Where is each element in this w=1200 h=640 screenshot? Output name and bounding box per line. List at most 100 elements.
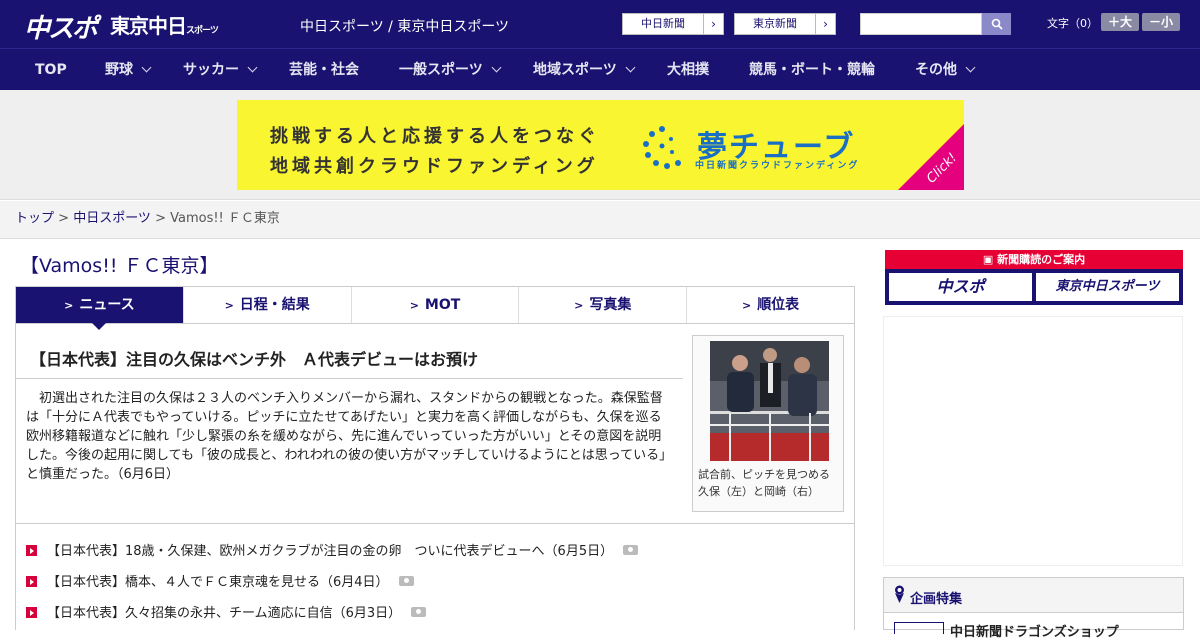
feature-title: 企画特集 xyxy=(910,592,963,607)
camera-icon xyxy=(398,576,414,586)
camera-icon xyxy=(623,545,639,555)
text-size-up-button[interactable]: ＋大 xyxy=(1101,13,1139,31)
chevron-down-icon xyxy=(491,62,502,73)
chevron-down-icon xyxy=(141,62,152,73)
chunichi-shimbun-button[interactable]: 中日新聞 › xyxy=(622,13,724,35)
nav-item-label: 芸能・社会 xyxy=(289,62,359,78)
chevron-down-icon xyxy=(965,62,976,73)
breadcrumb-chuspo-link[interactable]: 中日スポーツ xyxy=(73,211,151,226)
tokyo-shimbun-button[interactable]: 東京新聞 › xyxy=(734,13,836,35)
nav-item-label: 地域スポーツ xyxy=(533,62,617,78)
dots-logo-icon xyxy=(643,126,681,169)
list-item[interactable]: 【日本代表】橋本、４人でＦＣ東京魂を見せる（6月4日） xyxy=(26,571,414,590)
nav-item-label: TOP xyxy=(35,62,67,78)
related-link[interactable]: 【日本代表】橋本、４人でＦＣ東京魂を見せる（6月4日） xyxy=(47,575,389,590)
article-photo[interactable] xyxy=(710,341,829,461)
nav-item-sumo[interactable]: 大相撲 xyxy=(667,49,709,91)
related-articles: 【日本代表】18歳・久保建、欧州メガクラブが注目の金の卵 ついに代表デビューへ（… xyxy=(15,523,855,630)
ribbon-icon xyxy=(895,585,904,603)
nav-item-soccer[interactable]: サッカー xyxy=(183,49,258,91)
related-link[interactable]: 【日本代表】久々招集の永井、チーム適応に自信（6月3日） xyxy=(47,606,401,621)
chevron-down-icon xyxy=(247,62,258,73)
breadcrumb: トップ > 中日スポーツ > Vamos!! ＦＣ東京 xyxy=(0,201,1200,239)
search-input[interactable] xyxy=(860,13,982,35)
chevron-right-icon: > xyxy=(409,299,419,312)
subscription-box: ▣ 新聞購読のご案内 中スポ 東京中日スポーツ xyxy=(885,250,1183,305)
tokyo-shimbun-label: 東京新聞 xyxy=(753,17,797,30)
breadcrumb-separator: > xyxy=(54,211,74,226)
article-body: 初選出された注目の久保は２３人のベンチ入りメンバーから漏れ、スタンドからの観戦と… xyxy=(26,391,673,482)
crowdfunding-banner[interactable]: 挑戦する人と応援する人をつなぐ 地域共創クラウドファンディング 夢チューブ 中日… xyxy=(237,100,964,190)
tab-news[interactable]: > ニュース xyxy=(16,287,184,330)
banner-brand-sub: 中日新聞クラウドファンディング xyxy=(695,161,860,171)
bullet-arrow-icon xyxy=(26,576,37,587)
top-header: 中スポ 東京中日スポーツ 中日スポーツ / 東京中日スポーツ 中日新聞 › 東京… xyxy=(0,0,1200,48)
tab-schedule[interactable]: > 日程・結果 xyxy=(183,287,352,323)
chunichi-shimbun-label: 中日新聞 xyxy=(641,17,685,30)
chevron-right-icon: > xyxy=(64,299,74,312)
section-tabs: > ニュース > 日程・結果 > MOT > 写真集 > 順位表 xyxy=(15,286,855,330)
tab-label: MOT xyxy=(424,297,461,313)
article-title: 【日本代表】注目の久保はベンチ外 Ａ代表デビューはお預け xyxy=(30,350,479,369)
tab-photos[interactable]: > 写真集 xyxy=(519,287,688,323)
nav-item-top[interactable]: TOP xyxy=(35,49,67,91)
nav-item-local-sports[interactable]: 地域スポーツ xyxy=(533,49,636,91)
feature-item-link[interactable]: 中日新聞ドラゴンズショップ xyxy=(950,621,1119,640)
tab-label: 日程・結果 xyxy=(239,297,310,313)
nav-item-general-sports[interactable]: 一般スポーツ xyxy=(399,49,502,91)
tab-mot[interactable]: > MOT xyxy=(351,287,520,323)
tab-label: 順位表 xyxy=(757,297,800,313)
newspaper-icon: ▣ xyxy=(982,253,998,266)
nav-item-label: サッカー xyxy=(183,62,239,78)
chevron-right-icon: > xyxy=(574,299,584,312)
nav-item-baseball[interactable]: 野球 xyxy=(105,49,152,91)
photo-caption: 試合前、ピッチを見つめる久保（左）と岡崎（右） xyxy=(698,468,830,498)
tokyo-chunichi-logo-text: 東京中日 xyxy=(110,14,187,38)
related-link[interactable]: 【日本代表】18歳・久保建、欧州メガクラブが注目の金の卵 ついに代表デビューへ（… xyxy=(47,544,613,559)
subscription-heading-text: 新聞購読のご案内 xyxy=(997,253,1086,266)
feature-box: 企画特集 中日新聞ドラゴンズショップ xyxy=(883,577,1184,640)
breadcrumb-separator: > xyxy=(150,211,171,226)
chevron-right-icon: › xyxy=(703,14,723,34)
banner-area: 挑戦する人と応援する人をつなぐ 地域共創クラウドファンディング 夢チューブ 中日… xyxy=(0,90,1200,200)
title-divider xyxy=(15,378,683,379)
tab-label: ニュース xyxy=(79,297,135,313)
site-subtitle: 中日スポーツ / 東京中日スポーツ xyxy=(300,19,510,35)
tab-label: 写真集 xyxy=(589,297,632,313)
chevron-right-icon: > xyxy=(224,299,234,312)
main-nav: TOP 野球 サッカー 芸能・社会 一般スポーツ 地域スポーツ 大相撲 競馬・ボ… xyxy=(0,48,1200,90)
nav-item-other[interactable]: その他 xyxy=(915,49,976,91)
players-photo-icon xyxy=(710,341,829,461)
nav-item-label: 野球 xyxy=(105,62,133,78)
tokyo-chunichi-logo-small: スポーツ xyxy=(186,26,219,36)
nav-item-label: 一般スポーツ xyxy=(399,62,483,78)
feature-thumbnail[interactable] xyxy=(894,622,944,634)
list-item[interactable]: 【日本代表】18歳・久保建、欧州メガクラブが注目の金の卵 ついに代表デビューへ（… xyxy=(26,540,639,559)
subscription-heading: ▣ 新聞購読のご案内 xyxy=(885,250,1183,269)
list-item[interactable]: 【日本代表】久々招集の永井、チーム適応に自信（6月3日） xyxy=(26,602,427,621)
nav-item-label: 大相撲 xyxy=(667,62,709,78)
tokyo-chunichi-logo[interactable]: 東京中日スポーツ xyxy=(110,10,219,39)
nav-item-entertainment[interactable]: 芸能・社会 xyxy=(289,49,359,91)
nav-item-label: その他 xyxy=(915,62,957,78)
nav-item-label: 競馬・ボート・競輪 xyxy=(749,62,875,78)
search-button[interactable] xyxy=(982,13,1011,35)
page-title: 【Vamos!! ＦＣ東京】 xyxy=(20,255,219,277)
chevron-down-icon xyxy=(625,62,636,73)
camera-icon xyxy=(411,607,427,617)
subscribe-chuspo-button[interactable]: 中スポ xyxy=(889,273,1032,301)
chevron-right-icon: › xyxy=(815,14,835,34)
feature-heading: 企画特集 xyxy=(884,578,1183,613)
subscribe-tokyo-chunichi-button[interactable]: 東京中日スポーツ xyxy=(1036,273,1179,301)
ad-slot xyxy=(883,316,1183,566)
text-size-down-button[interactable]: －小 xyxy=(1142,13,1180,31)
breadcrumb-top-link[interactable]: トップ xyxy=(15,211,54,226)
search-icon xyxy=(991,18,1003,30)
chuspo-logo[interactable]: 中スポ xyxy=(24,8,98,45)
bullet-arrow-icon xyxy=(26,607,37,618)
article-photo-box: 試合前、ピッチを見つめる久保（左）と岡崎（右） xyxy=(692,335,844,512)
chevron-right-icon: > xyxy=(741,299,752,312)
nav-item-racing[interactable]: 競馬・ボート・競輪 xyxy=(749,49,875,91)
tab-standings[interactable]: > 順位表 xyxy=(687,287,854,323)
banner-line2: 地域共創クラウドファンディング xyxy=(270,156,599,177)
